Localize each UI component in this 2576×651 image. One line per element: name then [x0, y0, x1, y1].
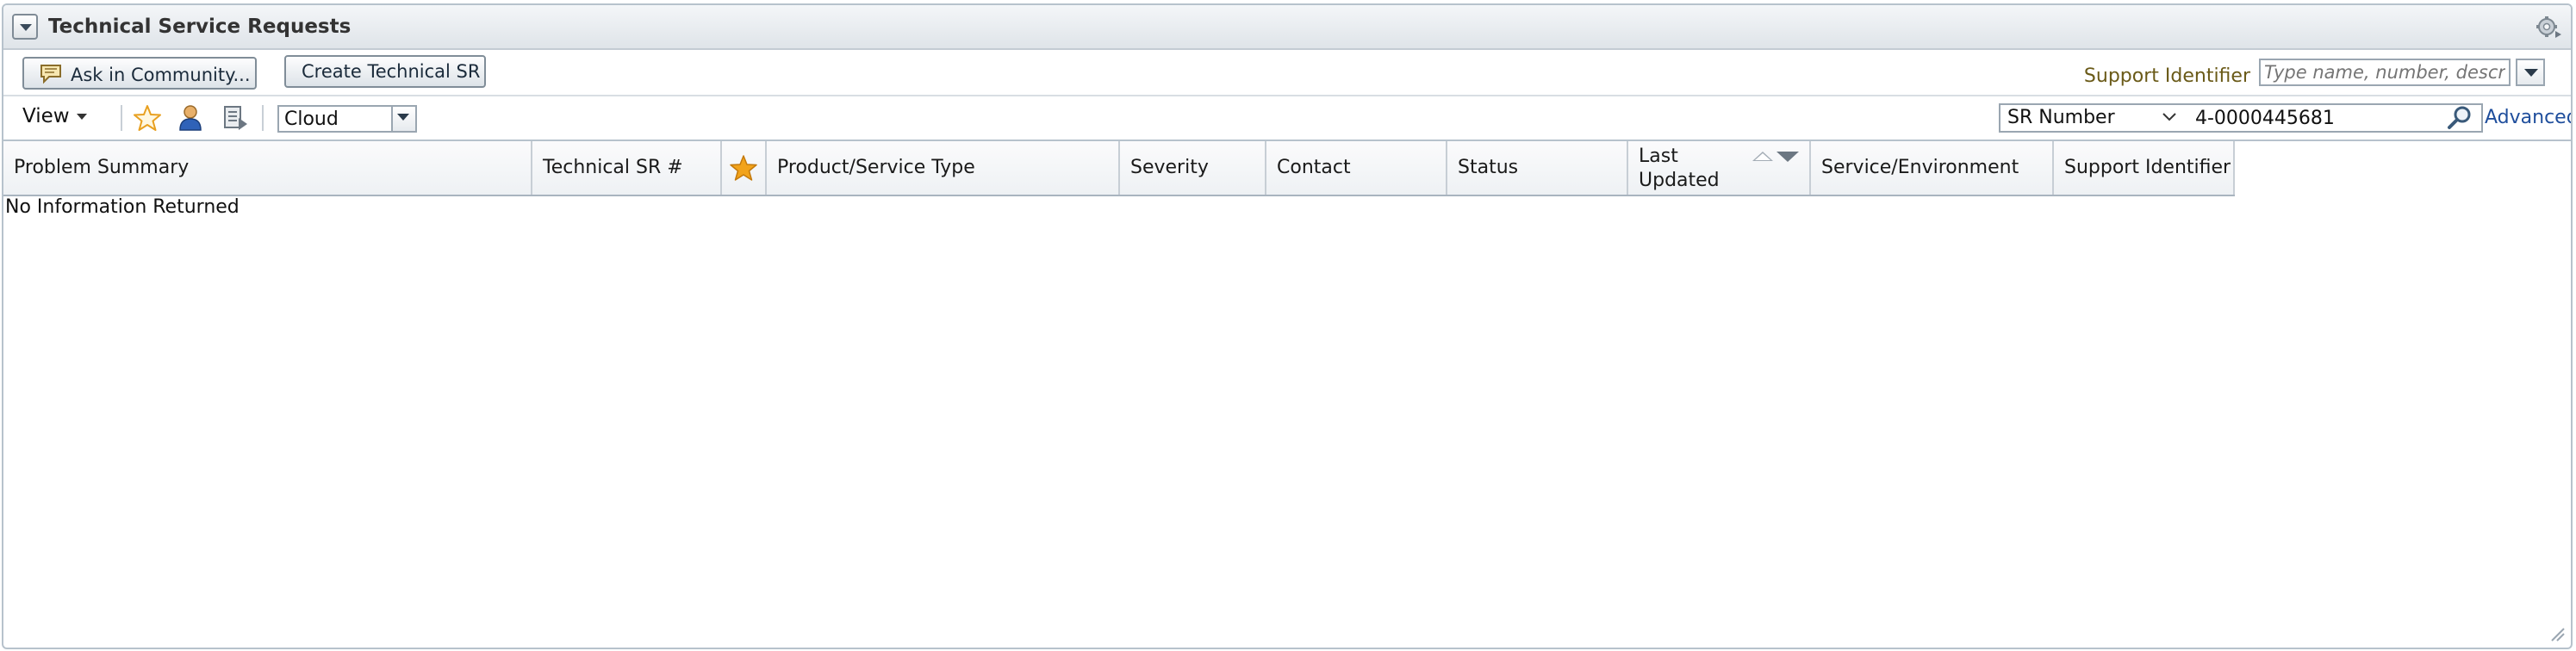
- empty-table-message: No Information Returned: [5, 196, 240, 218]
- export-icon[interactable]: [221, 103, 250, 133]
- chevron-down-icon[interactable]: [2161, 108, 2178, 126]
- column-label: Status: [1458, 157, 1519, 178]
- ask-in-community-button[interactable]: Ask in Community...: [22, 57, 257, 90]
- support-identifier-input[interactable]: [2259, 59, 2511, 86]
- column-label: Severity: [1130, 157, 1209, 178]
- view-menu[interactable]: View: [22, 105, 87, 127]
- column-contact[interactable]: Contact: [1266, 141, 1447, 195]
- column-label: Contact: [1277, 157, 1351, 178]
- create-technical-sr-label: Create Technical SR: [302, 61, 481, 82]
- view-menu-label: View: [22, 105, 70, 127]
- filter-select-dropdown[interactable]: [391, 107, 415, 131]
- create-technical-sr-button[interactable]: Create Technical SR: [284, 55, 486, 88]
- search-input[interactable]: [2190, 103, 2483, 133]
- column-favorite[interactable]: [722, 141, 767, 195]
- column-support-identifier[interactable]: Support Identifier: [2054, 141, 2235, 195]
- sort-descending-icon[interactable]: [1776, 152, 1799, 162]
- column-product-service-type[interactable]: Product/Service Type: [767, 141, 1120, 195]
- column-label: Support Identifier: [2064, 157, 2231, 178]
- toolbar-separator: [121, 105, 122, 131]
- column-label: Product/Service Type: [777, 157, 975, 178]
- support-identifier-dropdown[interactable]: [2516, 59, 2545, 86]
- column-label: Last Updated: [1639, 146, 1720, 191]
- speech-bubble-icon: [40, 65, 61, 84]
- star-filled-icon: [730, 155, 757, 181]
- ask-in-community-label: Ask in Community...: [71, 65, 251, 85]
- column-last-updated[interactable]: Last Updated: [1628, 141, 1811, 195]
- technical-service-requests-panel: Technical Service Requests Ask in Commun…: [2, 3, 2573, 649]
- gear-icon[interactable]: [2535, 14, 2562, 40]
- column-technical-sr[interactable]: Technical SR #: [532, 141, 722, 195]
- search-field-value: SR Number: [2007, 107, 2115, 128]
- caret-down-icon: [76, 114, 87, 120]
- filter-select-value: Cloud: [284, 108, 339, 130]
- sort-ascending-icon[interactable]: [1752, 152, 1773, 161]
- action-toolbar: Ask in Community... Create Technical SR …: [3, 50, 2571, 96]
- toolbar-separator: [262, 105, 264, 131]
- column-severity[interactable]: Severity: [1120, 141, 1266, 195]
- advanced-search-link[interactable]: Advanced: [2485, 107, 2571, 128]
- star-outline-icon[interactable]: [133, 103, 162, 133]
- panel-title: Technical Service Requests: [48, 16, 352, 38]
- column-label: Technical SR #: [543, 157, 683, 178]
- column-problem-summary[interactable]: Problem Summary: [3, 141, 532, 195]
- person-icon[interactable]: [176, 103, 205, 133]
- column-label: Service/Environment: [1821, 157, 2019, 178]
- chevron-down-icon[interactable]: [12, 14, 38, 40]
- resize-handle-icon[interactable]: [2548, 625, 2566, 642]
- panel-titlebar: Technical Service Requests: [3, 5, 2571, 50]
- search-icon[interactable]: [2445, 103, 2474, 133]
- column-label: Problem Summary: [14, 157, 190, 178]
- view-toolbar: View Cloud SR Number 4-0000445681 Advanc…: [3, 96, 2571, 141]
- column-status[interactable]: Status: [1447, 141, 1628, 195]
- support-identifier-label: Support Identifier: [2083, 65, 2250, 87]
- table-header: Problem Summary Technical SR # Product/S…: [3, 141, 2235, 196]
- column-service-environment[interactable]: Service/Environment: [1811, 141, 2054, 195]
